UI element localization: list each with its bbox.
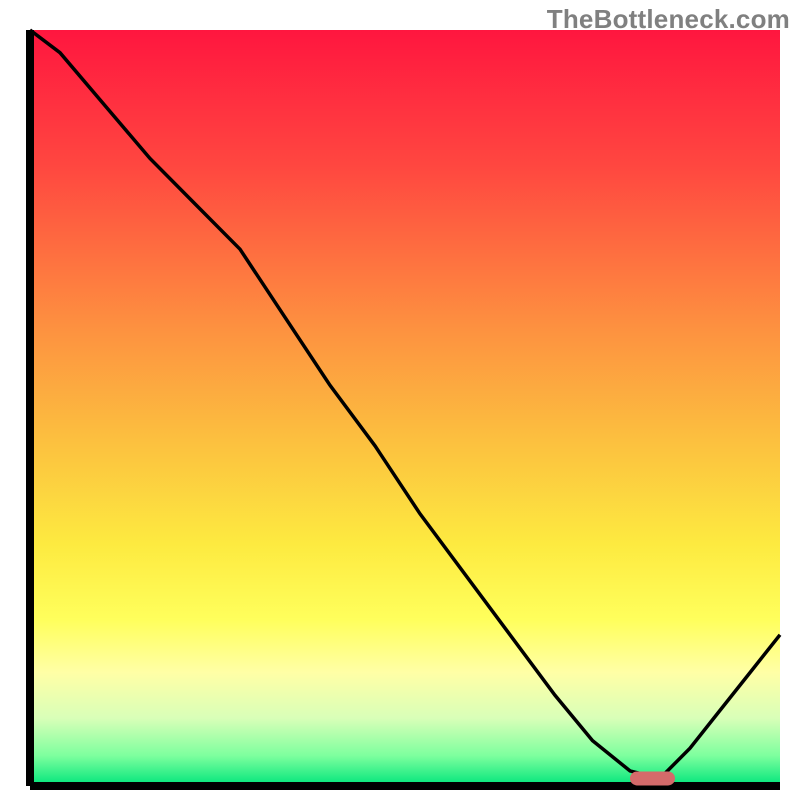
bottleneck-chart	[0, 0, 800, 800]
optimum-marker	[630, 771, 675, 785]
chart-stage: TheBottleneck.com	[0, 0, 800, 800]
axes	[30, 30, 780, 786]
plot-background	[30, 30, 780, 786]
